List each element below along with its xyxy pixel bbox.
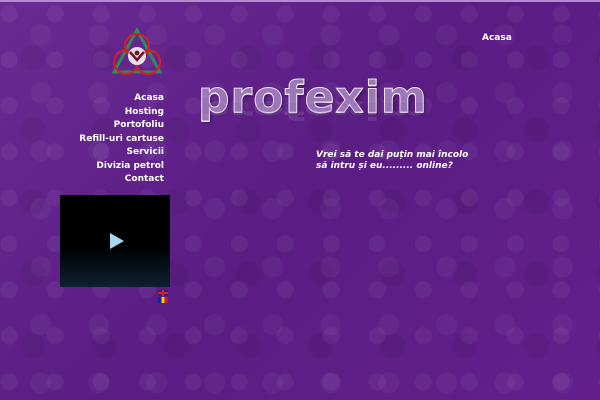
sidebar-item-divizia-petrol[interactable]: Divizia petrol [79,160,164,174]
top-home-link[interactable]: Acasa [482,33,512,43]
sidebar-item-refill[interactable]: Refill-uri cartuse [79,133,164,147]
play-icon[interactable] [110,233,124,249]
flag-ro-icon[interactable] [158,297,168,303]
language-switcher [158,290,168,304]
tagline-line-1: Vrei să te dai puțin mai încolo [316,150,469,160]
top-divider [0,0,600,2]
tagline-line-2: să intru și eu......... online? [316,161,453,171]
sidebar-item-hosting[interactable]: Hosting [79,106,164,120]
brand-reflection: profexim [198,96,428,125]
brand-banner: profexim profexim [198,75,458,148]
video-player[interactable] [60,195,170,287]
sidebar-nav: Acasa Hosting Portofoliu Refill-uri cart… [79,92,164,187]
sidebar-item-contact[interactable]: Contact [79,173,164,187]
triangle-logo-icon [111,26,163,76]
sidebar-item-servicii[interactable]: Servicii [79,146,164,160]
flag-en-icon[interactable] [158,290,168,296]
sidebar-item-acasa[interactable]: Acasa [79,92,164,106]
company-logo[interactable] [108,22,166,80]
tagline: Vrei să te dai puțin mai încolo să intru… [316,150,486,172]
sidebar-item-portofoliu[interactable]: Portofoliu [79,119,164,133]
